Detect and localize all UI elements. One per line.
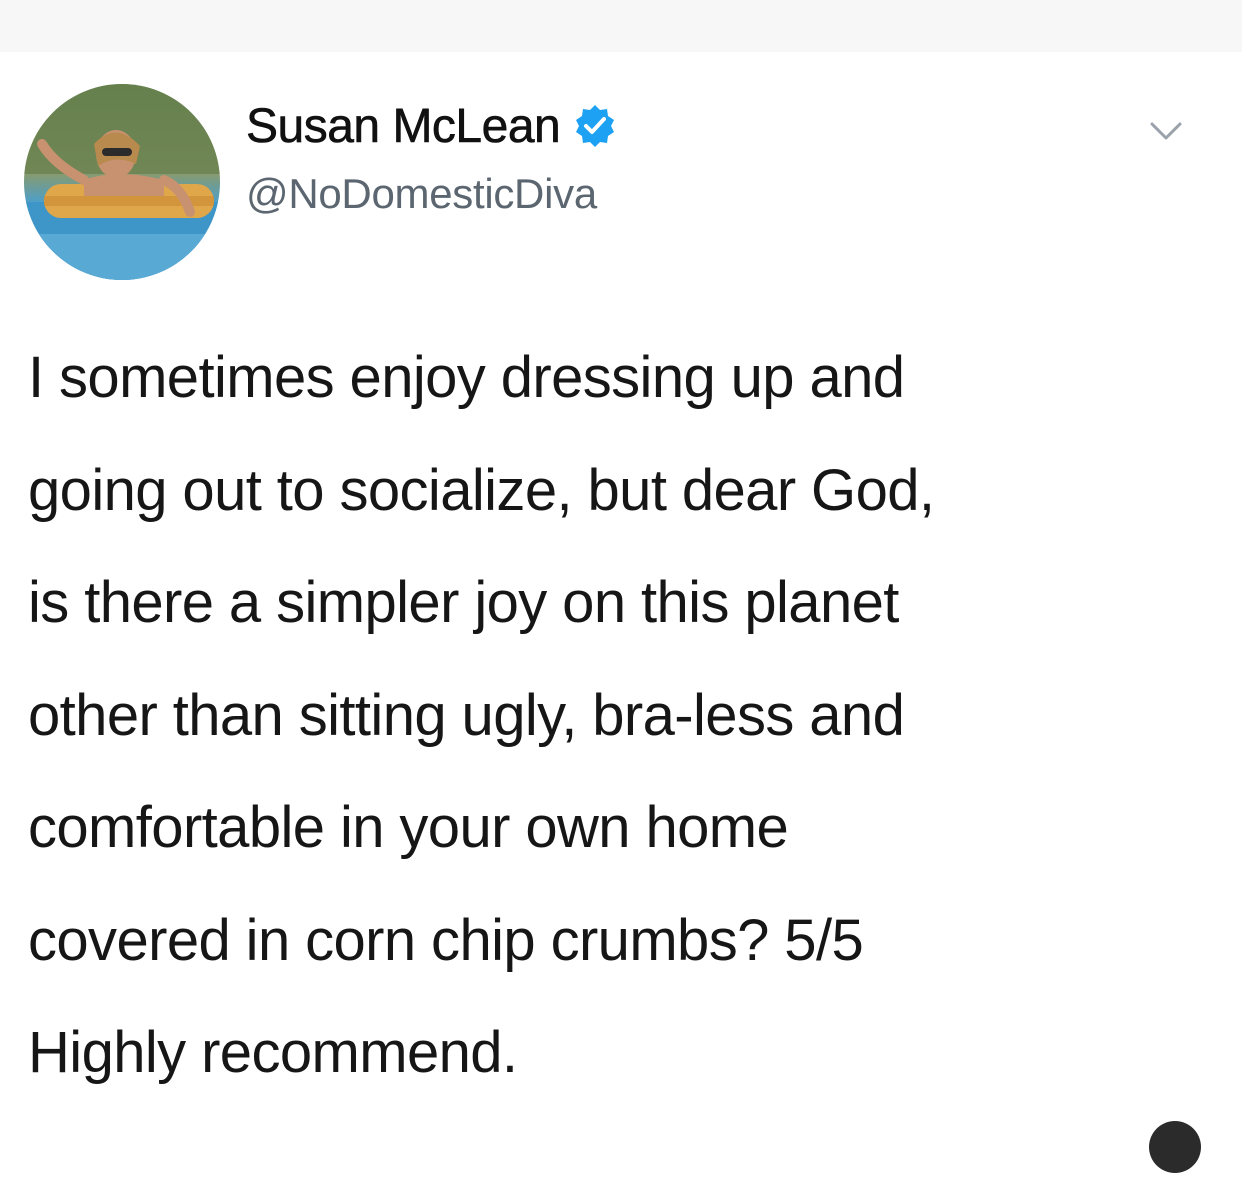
- avatar[interactable]: [24, 84, 220, 280]
- tweet-card: Susan McLean @NoDomesticDiva I sometimes…: [0, 52, 1242, 1173]
- handle[interactable]: @NoDomesticDiva: [246, 170, 597, 218]
- corner-circle-icon: [1149, 1121, 1201, 1173]
- name-row: Susan McLean: [246, 96, 618, 156]
- verified-badge-icon: [572, 103, 618, 149]
- avatar-photo: [24, 84, 220, 280]
- tweet-text: I sometimes enjoy dressing up and going …: [28, 345, 935, 1085]
- top-band: [0, 0, 1242, 52]
- display-name[interactable]: Susan McLean: [246, 99, 561, 154]
- chevron-down-icon[interactable]: [1146, 118, 1186, 144]
